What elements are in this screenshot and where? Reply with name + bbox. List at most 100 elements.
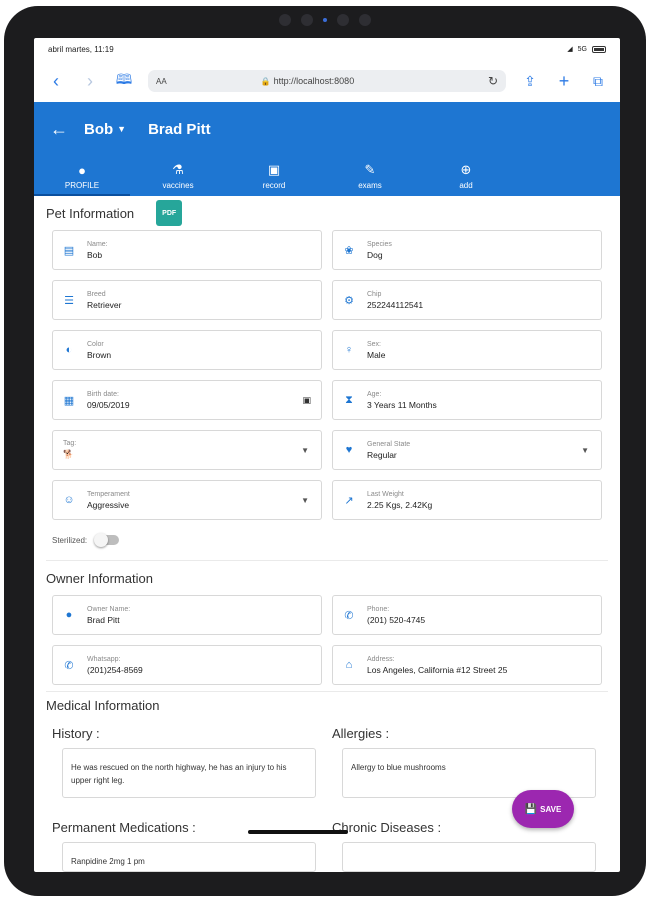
- tab-label: vaccines: [162, 181, 194, 190]
- phone-icon: ✆: [64, 659, 74, 672]
- field-label: Tag:: [63, 440, 77, 447]
- battery-icon: [592, 45, 606, 53]
- home-indicator[interactable]: [248, 830, 348, 834]
- field-label: Chip: [367, 290, 382, 298]
- chart-line-icon: ↗: [344, 494, 354, 507]
- field-label: Whatsapp:: [87, 655, 121, 663]
- tabs-icon[interactable]: ⧉: [588, 73, 608, 90]
- tab-bar: ● PROFILE ⚗ vaccines ▣ record ✎ exams ⊕: [34, 156, 620, 196]
- reader-aa-button[interactable]: AA: [156, 77, 167, 86]
- back-arrow-icon[interactable]: ←: [50, 119, 68, 140]
- wifi-icon: ◢: [567, 46, 573, 53]
- browser-toolbar: ‹ › 🕮 AA 🔒 http://localhost:8080 ↻ ⇪ + ⧉: [34, 60, 620, 102]
- field-value: Retriever: [87, 299, 122, 310]
- phone-field[interactable]: ✆ Phone: (201) 520-4745: [332, 595, 602, 635]
- dog-icon: 🐕: [63, 449, 74, 459]
- field-value: 09/05/2019: [87, 399, 130, 410]
- new-tab-icon[interactable]: +: [554, 71, 574, 92]
- field-value: Los Angeles, California #12 Street 25: [367, 664, 508, 675]
- sex-field[interactable]: ♀ Sex: Male: [332, 330, 602, 370]
- section-title: Pet Information: [46, 205, 135, 221]
- field-label: Age:: [367, 390, 382, 398]
- floppy-disk-icon: 💾: [524, 803, 538, 815]
- pet-info-grid: ▤ Name: Bob ❀ Species Dog ☰ Breed Retriever…: [46, 230, 608, 520]
- sterilized-toggle[interactable]: [94, 533, 120, 547]
- field-label: Breed: [87, 290, 106, 298]
- bookmarks-icon[interactable]: 🕮: [114, 69, 134, 93]
- name-field[interactable]: ▤ Name: Bob: [52, 230, 322, 270]
- history-section: History : He was rescued on the north hi…: [52, 718, 322, 798]
- sterilized-row: Sterilized:: [46, 520, 608, 560]
- browser-forward-icon[interactable]: ›: [80, 71, 100, 92]
- address-field[interactable]: ⌂ Address: Los Angeles, California #12 St…: [332, 645, 602, 685]
- dropdown-arrow-icon[interactable]: ▼: [301, 496, 309, 505]
- tab-label: record: [262, 181, 286, 190]
- smiley-icon: ☺: [63, 494, 75, 506]
- field-label: Species: [367, 240, 392, 248]
- signal-label: 5G: [577, 45, 587, 53]
- field-value: Bob: [87, 249, 103, 260]
- owner-name-field[interactable]: ● Owner Name: Brad Pitt: [52, 595, 322, 635]
- field-label: Sex:: [367, 340, 382, 348]
- paw-icon: ❀: [344, 244, 354, 257]
- pdf-button[interactable]: PDF: [156, 200, 183, 226]
- field-value: Male: [367, 349, 386, 360]
- chronic-diseases-textarea[interactable]: [342, 842, 596, 872]
- lock-icon: 🔒: [260, 76, 271, 86]
- tab-exams[interactable]: ✎ exams: [322, 156, 418, 196]
- field-label: Birth date:: [87, 390, 119, 398]
- pdf-icon: PDF: [162, 209, 177, 217]
- general-state-select[interactable]: ♥ General State Regular ▼: [332, 430, 602, 470]
- book-icon: ▣: [267, 162, 281, 177]
- tag-select[interactable]: Tag: 🐕 ▼: [52, 430, 322, 470]
- app-bar: ← Bob ▼ Brad Pitt ● PROFILE ⚗ vaccines ▣…: [34, 102, 620, 196]
- whatsapp-field[interactable]: ✆ Whatsapp: (201)254-8569: [52, 645, 322, 685]
- pet-selector[interactable]: Bob: [84, 121, 113, 138]
- breed-field[interactable]: ☰ Breed Retriever: [52, 280, 322, 320]
- tab-add[interactable]: ⊕ add: [418, 156, 514, 196]
- dropdown-arrow-icon[interactable]: ▼: [301, 446, 309, 455]
- last-weight-field: ↗ Last Weight 2.25 Kgs, 2.42Kg: [332, 480, 602, 520]
- tab-label: PROFILE: [64, 180, 100, 190]
- chip-field[interactable]: ⚙ Chip 252244112541: [332, 280, 602, 320]
- history-title: History :: [52, 725, 100, 741]
- permanent-medications-section: Permanent Medications : Ranpidine 2mg 1 …: [52, 812, 322, 872]
- chevron-down-icon[interactable]: ▼: [117, 124, 126, 134]
- field-label: Color: [87, 340, 104, 348]
- field-value: (201)254-8569: [87, 664, 143, 675]
- owner-name-title: Brad Pitt: [148, 120, 211, 138]
- dropdown-arrow-icon[interactable]: ▼: [581, 446, 589, 455]
- birth-date-field[interactable]: ▦ Birth date: 09/05/2019 ▣: [52, 380, 322, 420]
- reload-icon[interactable]: ↻: [488, 74, 498, 88]
- hourglass-icon: ⧗: [345, 393, 353, 406]
- field-value: 2.25 Kgs, 2.42Kg: [367, 499, 433, 510]
- species-field[interactable]: ❀ Species Dog: [332, 230, 602, 270]
- pen-icon: ✎: [364, 162, 376, 177]
- phone-icon: ✆: [344, 609, 354, 622]
- share-icon[interactable]: ⇪: [520, 73, 540, 90]
- allergies-title: Allergies :: [332, 725, 390, 741]
- url-bar[interactable]: AA 🔒 http://localhost:8080 ↻: [148, 70, 506, 92]
- field-value: 252244112541: [367, 299, 424, 310]
- permanent-medications-textarea[interactable]: Ranpidine 2mg 1 pm: [62, 842, 316, 872]
- date-picker-icon[interactable]: ▣: [302, 395, 311, 406]
- tab-label: add: [459, 181, 473, 190]
- section-title: Owner Information: [46, 570, 153, 586]
- status-time: abril martes, 11:19: [48, 44, 114, 54]
- browser-back-icon[interactable]: ‹: [46, 71, 66, 92]
- temperament-select[interactable]: ☺ Temperament Aggressive ▼: [52, 480, 322, 520]
- tab-vaccines[interactable]: ⚗ vaccines: [130, 156, 226, 196]
- tab-record[interactable]: ▣ record: [226, 156, 322, 196]
- history-textarea[interactable]: He was rescued on the north highway, he …: [62, 748, 316, 798]
- save-label: SAVE: [540, 804, 562, 814]
- field-value: Dog: [367, 249, 383, 260]
- tab-profile[interactable]: ● PROFILE: [34, 156, 130, 196]
- field-value: Brad Pitt: [87, 614, 120, 625]
- save-button[interactable]: 💾 SAVE: [512, 790, 574, 828]
- owner-info-header: Owner Information: [46, 561, 608, 595]
- color-field[interactable]: ◐ Color Brown: [52, 330, 322, 370]
- main-content: Pet Information PDF ▤ Name: Bob ❀ Species…: [34, 196, 620, 872]
- home-icon: ⌂: [345, 659, 353, 671]
- syringe-icon: ⚗: [172, 162, 184, 177]
- field-value: Brown: [87, 349, 112, 360]
